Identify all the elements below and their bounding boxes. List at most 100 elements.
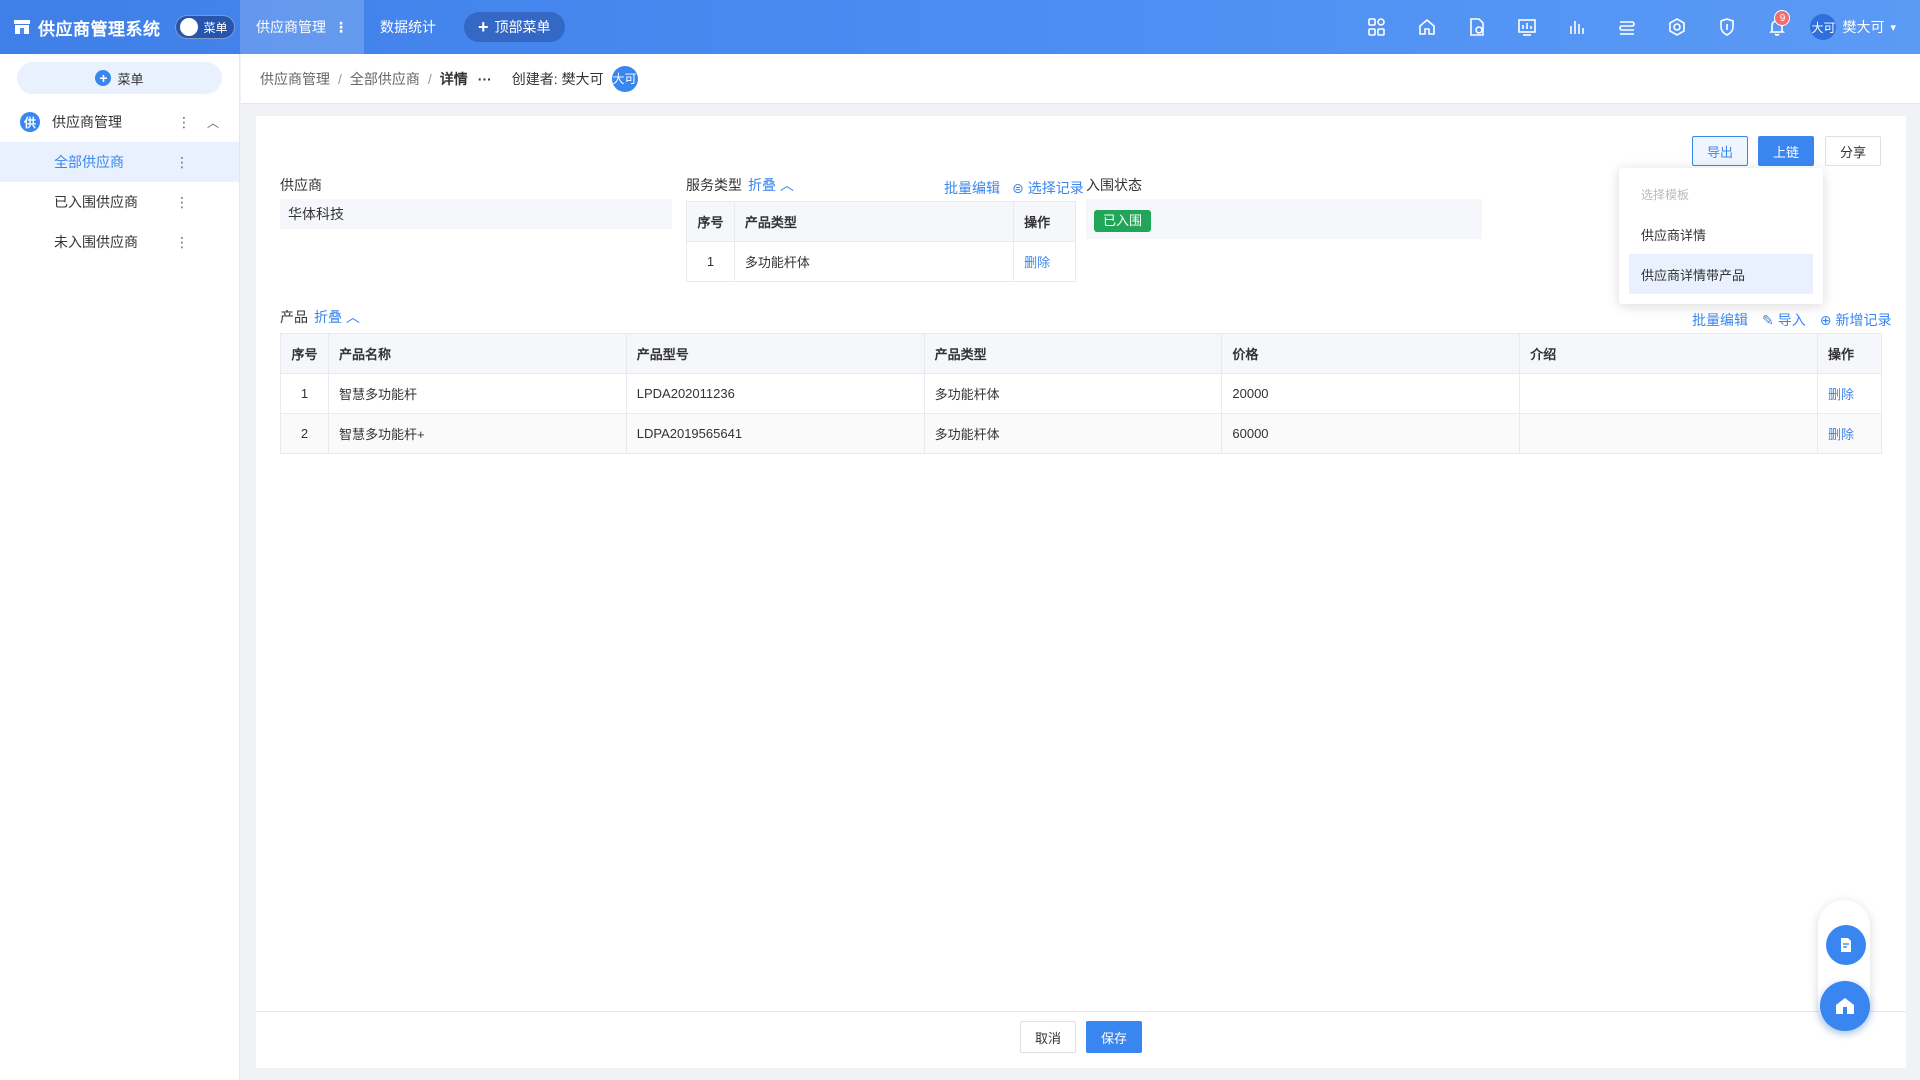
tab-data-statistics[interactable]: 数据统计 [364, 0, 452, 54]
shield-icon[interactable] [1702, 0, 1752, 54]
table-cell [1519, 373, 1818, 414]
apps-icon[interactable] [1352, 0, 1402, 54]
more-vertical-icon[interactable]: ⋮ [175, 194, 189, 211]
chevron-down-icon: ▾ [1890, 21, 1896, 34]
plus-icon: + [478, 16, 489, 37]
avatar: 大可 [1810, 14, 1837, 40]
delete-link[interactable]: 删除 [1816, 373, 1883, 414]
breadcrumb-item[interactable]: 供应商管理 [260, 69, 330, 89]
table-cell: LPDA202011236 [625, 373, 925, 414]
dashboard-icon[interactable] [1502, 0, 1552, 54]
products-add-record-link[interactable]: 新增记录 [1835, 310, 1891, 330]
home-float-button[interactable] [1820, 981, 1870, 1031]
sidebar-item-all-suppliers[interactable]: 全部供应商 ⋮ [0, 142, 239, 182]
sidebar-menu-label: 菜单 [117, 71, 144, 87]
list-icon[interactable] [1602, 0, 1652, 54]
table-cell: 60000 [1221, 413, 1521, 454]
tab-supplier-management[interactable]: 供应商管理 ⋮ [240, 0, 364, 54]
sidebar-group-label: 供应商管理 [52, 114, 122, 130]
sidebar-group-supplier-management[interactable]: 供 供应商管理 ⋮ ︿ [0, 102, 239, 142]
app-title: 供应商管理系统 [38, 19, 161, 39]
sidebar-item-label: 全部供应商 [54, 154, 124, 170]
notification-badge: 9 [1774, 10, 1791, 26]
creator-label: 创建者: 樊大可 [512, 69, 604, 89]
menu-toggle[interactable]: 菜单 [174, 15, 235, 39]
table-header: 序号 [280, 333, 329, 374]
table-cell: 多功能杆体 [923, 373, 1223, 414]
chain-button[interactable]: 上链 [1758, 136, 1814, 166]
document-settings-icon[interactable] [1452, 0, 1502, 54]
home-icon[interactable] [1402, 0, 1452, 54]
products-import-link[interactable]: 导入 [1778, 310, 1806, 330]
sidebar-item-not-shortlisted-suppliers[interactable]: 未入围供应商 ⋮ [0, 222, 239, 262]
delete-link[interactable]: 删除 [1816, 413, 1883, 454]
more-horizontal-icon[interactable]: ··· [478, 71, 492, 87]
add-circle-icon: ⊕ [1819, 311, 1832, 328]
table-cell: 20000 [1221, 373, 1521, 414]
supplier-label: 供应商 [280, 177, 322, 193]
chevron-up-icon: ︿ [345, 309, 360, 325]
sidebar-item-shortlisted-suppliers[interactable]: 已入围供应商 ⋮ [0, 182, 239, 222]
status-badge: 已入围 [1094, 210, 1152, 232]
table-cell: 1 [686, 241, 735, 282]
edit-document-button[interactable] [1826, 925, 1866, 965]
table-cell: 1 [280, 373, 329, 414]
supplier-field[interactable]: 华体科技 [280, 199, 672, 229]
bar-chart-icon[interactable] [1552, 0, 1602, 54]
edit-icon: ✎ [1762, 311, 1774, 328]
more-vertical-icon[interactable]: ⋮ [175, 234, 189, 251]
service-type-label: 服务类型 折叠 ︿ [686, 175, 794, 195]
service-fold-toggle[interactable]: 折叠 ︿ [748, 177, 794, 193]
fold-label: 折叠 [314, 309, 342, 325]
more-vertical-icon[interactable]: ⋮ [175, 154, 189, 171]
service-batch-edit-link[interactable]: 批量编辑 [944, 178, 1000, 198]
table-cell: 智慧多功能杆+ [327, 413, 627, 454]
table-header: 序号 [686, 201, 735, 242]
bell-icon[interactable]: 9 [1752, 0, 1802, 54]
export-template-dropdown: 选择模板 供应商详情 供应商详情带产品 [1619, 168, 1823, 304]
more-vertical-icon[interactable]: ⋮ [177, 114, 191, 131]
table-row: 1 智慧多功能杆 LPDA202011236 多功能杆体 20000 删除 [280, 373, 1883, 414]
products-fold-toggle[interactable]: 折叠 ︿ [314, 309, 360, 325]
table-header: 操作 [1013, 201, 1076, 242]
detail-panel: 导出 上链 分享 选择模板 供应商详情 供应商详情带产品 供应商 华体科技 服务… [256, 116, 1906, 1068]
link-icon: ⊜ [1012, 179, 1024, 196]
table-header: 介绍 [1519, 333, 1818, 374]
chevron-up-icon: ︿ [779, 177, 794, 193]
dropdown-option-supplier-detail[interactable]: 供应商详情 [1629, 214, 1813, 254]
table-header: 价格 [1221, 333, 1521, 374]
home-float-icon [1836, 998, 1854, 1014]
creator-label-text: 创建者: [511, 70, 558, 87]
service-select-record-link[interactable]: 选择记录 [1028, 178, 1084, 198]
delete-link[interactable]: 删除 [1013, 241, 1076, 282]
sidebar: + 菜单 供 供应商管理 ⋮ ︿ 全部供应商 ⋮ 已入围供应商 ⋮ 未入围供应商… [0, 54, 240, 1080]
cancel-button[interactable]: 取消 [1020, 1021, 1076, 1053]
table-header: 产品型号 [625, 333, 925, 374]
export-button[interactable]: 导出 [1692, 136, 1748, 166]
creator-name: 樊大可 [561, 70, 604, 87]
chevron-up-icon[interactable]: ︿ [207, 114, 219, 131]
breadcrumb-current: 详情 [439, 70, 468, 87]
sidebar-item-label: 未入围供应商 [54, 234, 138, 250]
products-batch-edit-link[interactable]: 批量编辑 [1692, 310, 1748, 330]
save-button[interactable]: 保存 [1086, 1021, 1142, 1053]
share-button[interactable]: 分享 [1825, 136, 1881, 166]
service-type-label-text: 服务类型 [686, 177, 742, 193]
products-label: 产品 折叠 ︿ [280, 307, 360, 327]
sidebar-menu-button[interactable]: + 菜单 [17, 62, 222, 94]
add-top-menu-button[interactable]: + 顶部菜单 [464, 12, 565, 42]
table-header: 产品类型 [733, 201, 1015, 242]
service-type-table: 序号 产品类型 操作 1 多功能杆体 删除 [686, 201, 1076, 282]
store-icon [14, 20, 30, 34]
supplier-group-icon: 供 [20, 112, 40, 132]
dropdown-header: 选择模板 [1641, 187, 1690, 202]
table-row: 1 多功能杆体 删除 [686, 241, 1076, 282]
breadcrumb-separator: / [338, 70, 342, 87]
network-icon[interactable] [1652, 0, 1702, 54]
table-header: 产品名称 [327, 333, 627, 374]
user-menu[interactable]: 大可 樊大可 ▾ [1810, 14, 1896, 40]
breadcrumb-item[interactable]: 全部供应商 [350, 69, 420, 89]
more-vertical-icon[interactable]: ⋮ [334, 19, 348, 36]
dropdown-option-supplier-detail-with-products[interactable]: 供应商详情带产品 [1629, 254, 1813, 294]
brand: 供应商管理系统 菜单 [0, 15, 240, 40]
